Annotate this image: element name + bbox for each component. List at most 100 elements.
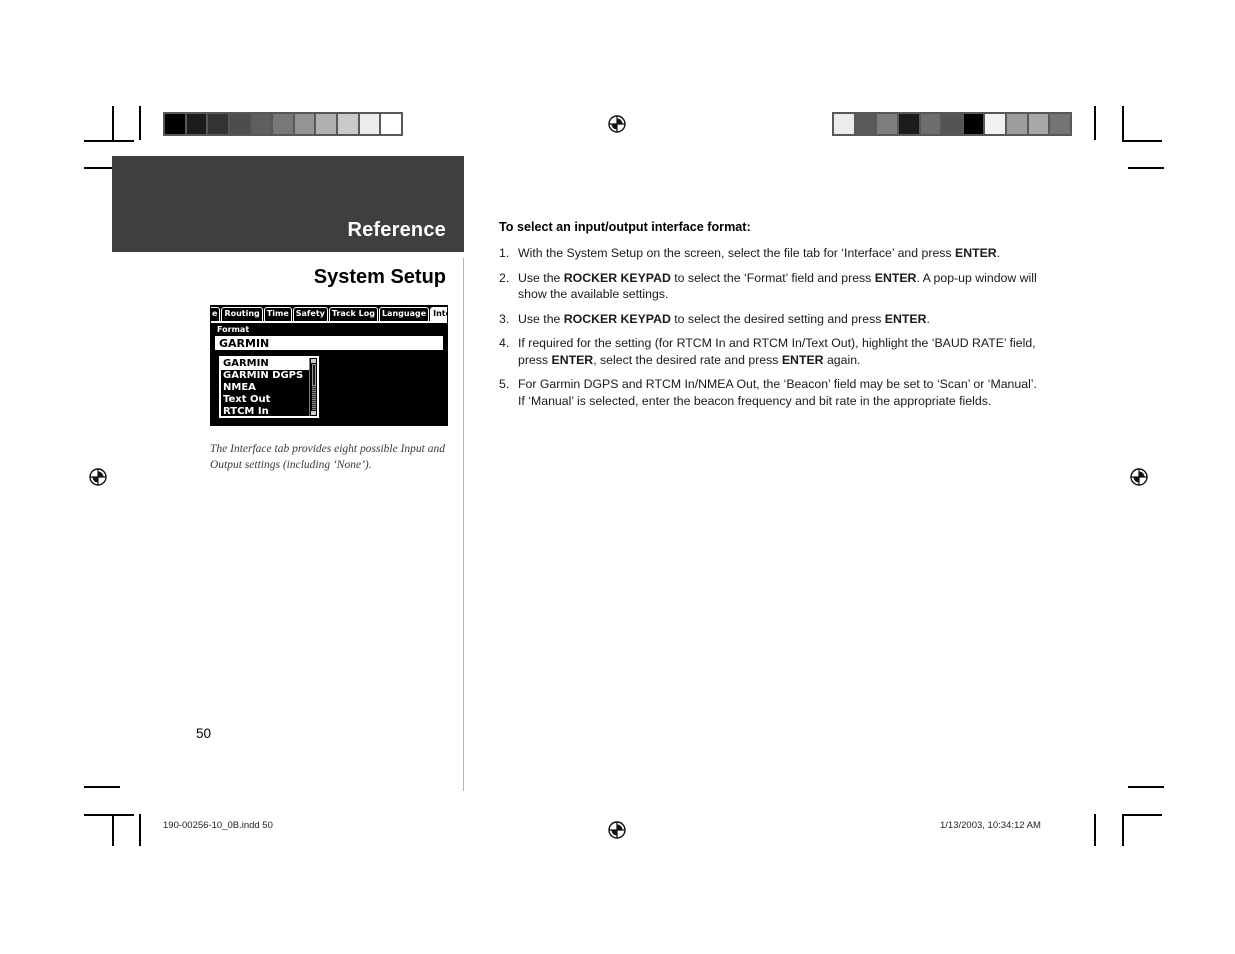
- section-subtitle: System Setup: [313, 266, 446, 288]
- emphasized-key-name: ENTER: [884, 311, 927, 326]
- scroll-down-arrow-icon[interactable]: [311, 411, 316, 415]
- dropdown-option-text-out[interactable]: Text Out: [221, 394, 309, 406]
- color-swatch-2: [208, 114, 228, 134]
- color-swatch-7: [985, 114, 1006, 134]
- crop-mark-top-left-horizontal: [84, 140, 134, 142]
- step-number: 5.: [499, 377, 510, 391]
- color-swatch-7: [316, 114, 337, 134]
- color-swatch-0: [165, 114, 185, 134]
- crop-mark-top-left-bleed: [139, 106, 141, 140]
- crop-mark-bottom-left-tick: [84, 786, 120, 788]
- emphasized-key-name: ROCKER KEYPAD: [563, 270, 671, 285]
- color-swatch-0: [834, 114, 854, 134]
- color-swatch-5: [942, 114, 962, 134]
- step-text: , select the desired rate and press: [593, 352, 782, 367]
- color-swatch-4: [251, 114, 272, 134]
- step-text: Use the: [518, 311, 564, 326]
- registration-target-icon-right: [1130, 468, 1148, 486]
- crop-mark-top-right-vertical: [1094, 106, 1096, 140]
- step-text: With the System Setup on the screen, sel…: [518, 246, 955, 260]
- step-number: 2.: [499, 270, 510, 285]
- step-number: 4.: [499, 336, 510, 350]
- step-text: again.: [823, 352, 861, 367]
- procedure-step-list: 1. With the System Setup on the screen, s…: [499, 245, 1044, 409]
- format-field-value[interactable]: GARMIN: [215, 336, 443, 350]
- column-divider: [463, 258, 464, 791]
- crop-mark-top-right-corner-vertical: [1122, 106, 1124, 141]
- gps-tab-track-log[interactable]: Track Log: [328, 307, 378, 321]
- emphasized-key-name: ROCKER KEYPAD: [563, 311, 671, 326]
- footer-timestamp: 1/13/2003, 10:34:12 AM: [940, 820, 1041, 831]
- crop-mark-top-right-horizontal: [1122, 140, 1162, 142]
- dropdown-scrollbar[interactable]: [309, 358, 317, 416]
- color-swatch-1: [186, 114, 207, 134]
- step-text: Use the: [518, 270, 564, 285]
- color-swatch-5: [273, 114, 293, 134]
- color-swatch-6: [294, 114, 315, 134]
- color-calibration-bar-left: [163, 112, 403, 136]
- page-number: 50: [196, 726, 212, 741]
- dropdown-option-rtcm-in[interactable]: RTCM In: [221, 406, 309, 416]
- gps-tab-safety[interactable]: Safety: [292, 307, 328, 321]
- gps-tab-time[interactable]: Time: [263, 307, 292, 321]
- crop-mark-bottom-right-bleed: [1094, 814, 1096, 846]
- dropdown-option-garmin[interactable]: GARMIN: [221, 358, 309, 370]
- procedure-step: 4. If required for the setting (for RTCM …: [499, 335, 1044, 368]
- crop-mark-bottom-right-horizontal: [1122, 814, 1162, 816]
- emphasized-key-name: ENTER: [551, 352, 594, 367]
- procedure-step: 3. Use the ROCKER KEYPAD to select the de…: [499, 311, 1044, 328]
- format-dropdown-popup[interactable]: GARMIN GARMIN DGPS NMEA Text Out RTCM In: [219, 356, 319, 418]
- gps-device-screenshot: eRoutingTimeSafetyTrack LogLanguageInter…: [210, 305, 448, 426]
- step-text: to select the ‘Format’ field and press: [670, 270, 875, 285]
- color-swatch-3: [898, 114, 919, 134]
- color-swatch-4: [920, 114, 941, 134]
- format-dropdown-option-list[interactable]: GARMIN GARMIN DGPS NMEA Text Out RTCM In: [221, 358, 309, 416]
- color-swatch-9: [1028, 114, 1049, 134]
- crop-mark-bottom-left-horizontal: [84, 814, 134, 816]
- procedure-step: 5. For Garmin DGPS and RTCM In/NMEA Out, …: [499, 376, 1044, 409]
- dropdown-option-garmin-dgps[interactable]: GARMIN DGPS: [221, 370, 309, 382]
- registration-target-icon-top: [608, 115, 626, 133]
- step-text: .: [996, 246, 1001, 260]
- color-swatch-1: [855, 114, 876, 134]
- color-swatch-8: [1007, 114, 1027, 134]
- procedure-step: 1. With the System Setup on the screen, s…: [499, 245, 1044, 262]
- color-calibration-bar-right: [832, 112, 1072, 136]
- gps-tab-interface[interactable]: Interface: [430, 307, 447, 321]
- figure-caption: The Interface tab provides eight possibl…: [210, 443, 445, 471]
- gps-tab-language[interactable]: Language: [378, 307, 430, 321]
- gps-screen-body: Format GARMIN GARMIN GARMIN DGPS NMEA Text …: [211, 323, 447, 423]
- left-column: Reference System Setup: [112, 156, 464, 289]
- crop-mark-bottom-right-vertical: [1122, 814, 1124, 846]
- crop-mark-bottom-right-tick: [1128, 786, 1164, 788]
- emphasized-key-name: ENTER: [781, 352, 824, 367]
- color-swatch-10: [381, 114, 402, 134]
- gps-tab-e[interactable]: e: [211, 307, 221, 321]
- step-number: 3.: [499, 311, 510, 326]
- crop-mark-top-right-tick: [1128, 167, 1164, 169]
- crop-mark-bottom-left-vertical: [112, 814, 114, 846]
- gps-tab-routing[interactable]: Routing: [221, 307, 263, 321]
- scrollbar-thumb[interactable]: [312, 364, 316, 386]
- page-title: Reference: [347, 219, 446, 241]
- emphasized-key-name: ENTER: [874, 270, 917, 285]
- dropdown-option-nmea[interactable]: NMEA: [221, 382, 309, 394]
- color-swatch-3: [229, 114, 250, 134]
- footer-file-name: 190-00256-10_0B.indd 50: [163, 820, 273, 831]
- emphasized-key-name: ENTER: [955, 246, 997, 260]
- gps-tab-bar: eRoutingTimeSafetyTrack LogLanguageInter…: [211, 306, 447, 321]
- color-swatch-2: [877, 114, 897, 134]
- procedure-heading: To select an input/output interface form…: [499, 220, 751, 234]
- step-text: For Garmin DGPS and RTCM In/NMEA Out, th…: [518, 377, 1037, 408]
- crop-mark-bottom-left-bleed: [139, 814, 141, 846]
- registration-target-icon-bottom: [608, 821, 626, 839]
- color-swatch-6: [963, 114, 984, 134]
- right-column: To select an input/output interface form…: [499, 220, 1044, 417]
- color-swatch-9: [359, 114, 380, 134]
- crop-mark-top-left-vertical: [112, 106, 114, 141]
- format-field-label: Format: [217, 325, 250, 334]
- procedure-step: 2. Use the ROCKER KEYPAD to select the ‘F…: [499, 270, 1044, 303]
- section-header-band: Reference: [112, 156, 464, 252]
- scroll-up-arrow-icon[interactable]: [311, 359, 316, 363]
- step-number: 1.: [499, 246, 510, 260]
